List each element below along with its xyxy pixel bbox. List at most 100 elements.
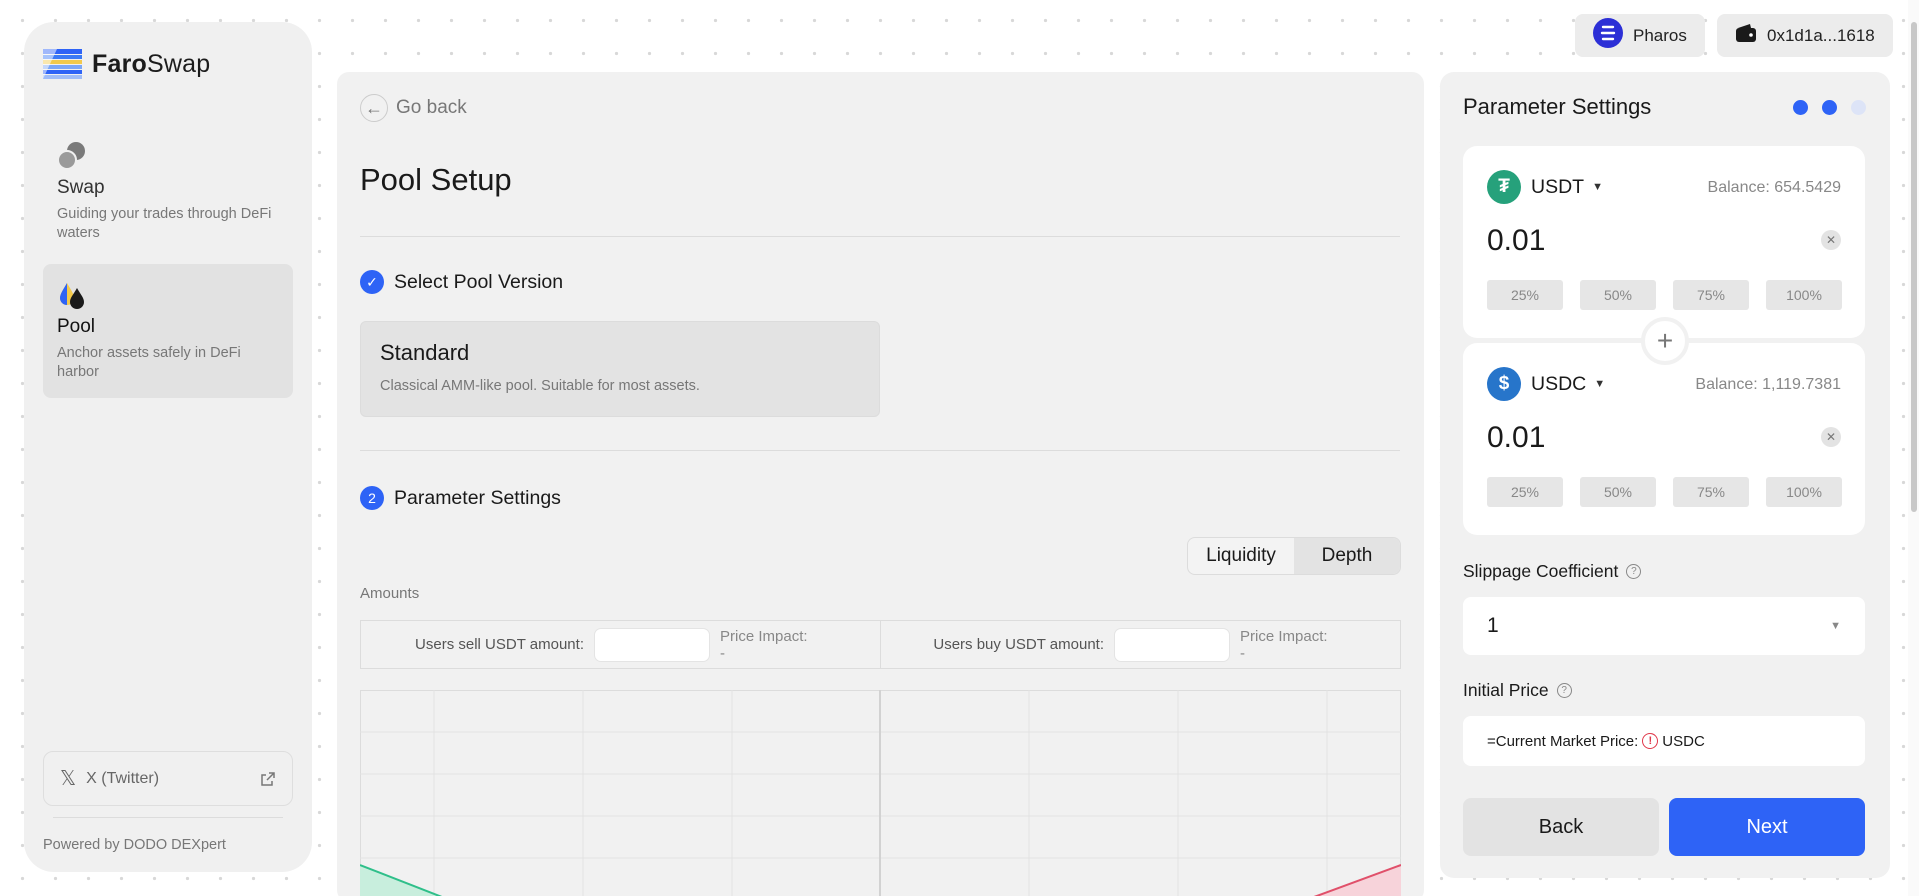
- pool-setup-card: ← Go back Pool Setup ✓ Select Pool Versi…: [337, 72, 1424, 896]
- price-unit: USDC: [1662, 732, 1705, 750]
- token-balance: Balance: 1,119.7381: [1695, 376, 1841, 393]
- ask-area: [1316, 865, 1401, 896]
- token-selector[interactable]: ₮ USDT ▼: [1487, 170, 1603, 204]
- percent-50-button[interactable]: 50%: [1580, 477, 1656, 507]
- pool-version-desc: Classical AMM-like pool. Suitable for mo…: [380, 378, 700, 394]
- token-selector[interactable]: $ USDC ▼: [1487, 367, 1605, 401]
- pool-version-standard[interactable]: Standard Classical AMM-like pool. Suitab…: [360, 321, 880, 417]
- wallet-button[interactable]: 0x1d1a...1618: [1717, 14, 1893, 57]
- buy-amount-label: Users buy USDT amount:: [933, 636, 1104, 653]
- percent-75-button[interactable]: 75%: [1673, 280, 1749, 310]
- percent-buttons: 25% 50% 75% 100%: [1487, 477, 1842, 507]
- faroswap-logo-icon: [43, 49, 82, 79]
- buy-price-impact: Price Impact: -: [1240, 627, 1328, 662]
- step-select-pool-version: ✓ Select Pool Version: [360, 270, 563, 294]
- network-label: Pharos: [1633, 25, 1687, 45]
- token-input-card: $ USDC ▼ Balance: 1,119.7381 ✕ 25% 50% 7…: [1463, 343, 1865, 535]
- coins-icon: [57, 141, 87, 171]
- progress-dot: [1851, 100, 1866, 115]
- warning-icon: !: [1642, 733, 1659, 749]
- token-amount-input[interactable]: [1487, 421, 1787, 455]
- check-circle-icon: ✓: [360, 270, 384, 294]
- wallet-address: 0x1d1a...1618: [1767, 25, 1875, 45]
- step-parameter-settings: 2 Parameter Settings: [360, 486, 561, 510]
- caret-down-icon: ▼: [1594, 378, 1606, 390]
- twitter-label: X (Twitter): [86, 769, 160, 787]
- caret-down-icon: ▼: [1830, 620, 1841, 632]
- x-logo-icon: 𝕏: [60, 768, 77, 790]
- parameter-settings-panel: Parameter Settings ₮ USDT ▼ Balance: 654…: [1440, 72, 1890, 878]
- token-symbol: USDT: [1531, 175, 1585, 198]
- back-button[interactable]: Back: [1463, 798, 1659, 856]
- clear-icon[interactable]: ✕: [1821, 427, 1841, 447]
- pool-version-title: Standard: [380, 340, 470, 365]
- depth-chart: [359, 690, 1402, 896]
- arrow-left-icon: ←: [360, 94, 388, 122]
- go-back-label: Go back: [396, 97, 467, 118]
- step-progress: [1793, 100, 1866, 115]
- step-label: Select Pool Version: [394, 270, 564, 293]
- sell-amount-group: Users sell USDT amount: Price Impact: -: [361, 621, 880, 668]
- percent-100-button[interactable]: 100%: [1766, 280, 1842, 310]
- sidebar-item-swap[interactable]: Swap Guiding your trades through DeFi wa…: [43, 125, 293, 259]
- sidebar: FaroSwap Swap Guiding your trades throug…: [24, 22, 312, 872]
- slippage-label: Slippage Coefficient ?: [1463, 561, 1642, 582]
- sell-price-impact: Price Impact: -: [720, 627, 808, 662]
- buy-amount-group: Users buy USDT amount: Price Impact: -: [880, 621, 1400, 668]
- amounts-label: Amounts: [360, 585, 420, 602]
- next-button[interactable]: Next: [1669, 798, 1865, 856]
- usdc-icon: $: [1487, 367, 1521, 401]
- help-icon[interactable]: ?: [1626, 564, 1642, 579]
- sidebar-item-title: Swap: [57, 177, 105, 198]
- droplets-icon: [57, 280, 87, 310]
- buy-amount-input[interactable]: [1114, 627, 1230, 662]
- wallet-icon: [1735, 23, 1757, 48]
- panel-title: Parameter Settings: [1463, 94, 1652, 119]
- percent-100-button[interactable]: 100%: [1766, 477, 1842, 507]
- plus-icon: +: [1641, 317, 1689, 365]
- initial-price-box: =Current Market Price: ! USDC: [1463, 716, 1865, 766]
- sidebar-item-pool[interactable]: Pool Anchor assets safely in DeFi harbor: [43, 264, 293, 398]
- twitter-link[interactable]: 𝕏 X (Twitter): [43, 751, 293, 806]
- token-symbol: USDC: [1531, 372, 1587, 395]
- logo[interactable]: FaroSwap: [43, 49, 210, 79]
- percent-50-button[interactable]: 50%: [1580, 280, 1656, 310]
- usdt-icon: ₮: [1487, 170, 1521, 204]
- token-input-card: ₮ USDT ▼ Balance: 654.5429 ✕ 25% 50% 75%…: [1463, 146, 1865, 338]
- amounts-row: Users sell USDT amount: Price Impact: - …: [360, 620, 1401, 669]
- logo-text: FaroSwap: [92, 49, 211, 78]
- clear-icon[interactable]: ✕: [1821, 230, 1841, 250]
- external-link-icon: [260, 771, 276, 787]
- tab-depth[interactable]: Depth: [1294, 538, 1400, 574]
- caret-down-icon: ▼: [1592, 181, 1603, 193]
- slippage-select[interactable]: 1 ▼: [1463, 597, 1865, 655]
- divider: [360, 236, 1400, 237]
- slippage-value: 1: [1487, 614, 1499, 637]
- percent-25-button[interactable]: 25%: [1487, 477, 1563, 507]
- price-prefix: =Current Market Price:: [1487, 732, 1639, 750]
- sidebar-item-desc: Anchor assets safely in DeFi harbor: [57, 345, 241, 380]
- percent-25-button[interactable]: 25%: [1487, 280, 1563, 310]
- divider: [360, 450, 1400, 451]
- step-label: Parameter Settings: [394, 486, 561, 509]
- tab-liquidity[interactable]: Liquidity: [1188, 538, 1294, 574]
- help-icon[interactable]: ?: [1556, 683, 1572, 698]
- sell-amount-label: Users sell USDT amount:: [415, 636, 584, 653]
- page-title: Pool Setup: [360, 162, 512, 197]
- percent-75-button[interactable]: 75%: [1673, 477, 1749, 507]
- scrollbar-thumb[interactable]: [1911, 22, 1917, 512]
- percent-buttons: 25% 50% 75% 100%: [1487, 280, 1842, 310]
- sidebar-item-title: Pool: [57, 316, 96, 337]
- network-button[interactable]: Pharos: [1575, 14, 1705, 57]
- token-balance: Balance: 654.5429: [1707, 179, 1841, 196]
- go-back-link[interactable]: ← Go back: [360, 94, 467, 122]
- progress-dot: [1822, 100, 1837, 115]
- pharos-icon: [1593, 18, 1623, 53]
- initial-price-label: Initial Price ?: [1463, 680, 1572, 701]
- initial-price-label-text: Initial Price: [1463, 680, 1549, 700]
- divider: [53, 817, 283, 818]
- chart-mode-toggle: Liquidity Depth: [1187, 537, 1401, 575]
- token-amount-input[interactable]: [1487, 224, 1787, 258]
- slippage-label-text: Slippage Coefficient: [1463, 561, 1619, 581]
- sell-amount-input[interactable]: [594, 627, 710, 662]
